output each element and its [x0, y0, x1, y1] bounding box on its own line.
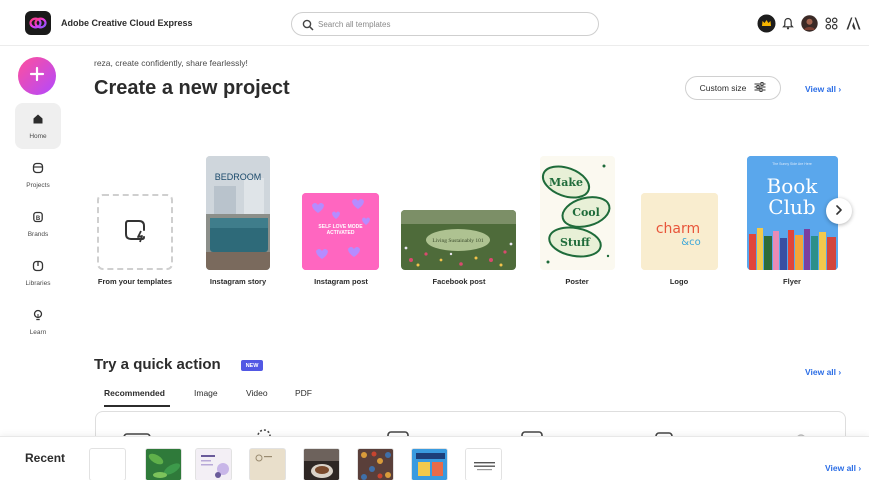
- project-label: Flyer: [783, 277, 801, 286]
- story-thumb-text: BEDROOM: [215, 172, 262, 182]
- poster-word-cool: Cool: [572, 206, 600, 219]
- tab-recommended[interactable]: Recommended: [104, 388, 165, 398]
- flower-field-photo: Living Sustainably 101: [401, 210, 516, 270]
- brands-icon: B: [32, 210, 44, 228]
- project-label: Instagram post: [314, 277, 368, 286]
- chevron-right-icon: [835, 202, 843, 220]
- recent-item-coffee-photo[interactable]: [303, 448, 340, 480]
- recent-item-beige-card[interactable]: [249, 448, 286, 480]
- sidebar-item-label: Home: [29, 133, 47, 140]
- sidebar-item-home[interactable]: Home: [15, 103, 61, 149]
- recent-item-blue-poster[interactable]: [411, 448, 448, 480]
- left-sidebar: Home Projects B Brands Libraries Learn: [0, 46, 76, 436]
- sidebar-item-label: Learn: [29, 329, 47, 336]
- flyer-word-club: Club: [768, 195, 815, 219]
- projects-icon: [32, 161, 44, 179]
- make-cool-stuff-poster: Make Cool Stuff: [540, 156, 615, 270]
- active-tab-indicator: [104, 405, 170, 407]
- logo-word-charm: charm: [656, 221, 700, 237]
- template-sparkle-icon: [120, 215, 150, 250]
- page-title: Create a new project: [94, 77, 290, 99]
- libraries-icon: [32, 259, 44, 277]
- project-label: From your templates: [97, 277, 173, 286]
- avatar[interactable]: [799, 13, 819, 33]
- project-label: Facebook post: [432, 277, 486, 286]
- flyer-card[interactable]: The Sunny Side Are Here Book Club: [747, 156, 838, 270]
- recent-item-mosaic-photo[interactable]: [357, 448, 394, 480]
- poster-word-make: Make: [549, 176, 583, 189]
- sidebar-item-label: Projects: [26, 182, 50, 189]
- svg-text:B: B: [36, 216, 41, 222]
- poster-word-stuff: Stuff: [560, 236, 591, 249]
- instagram-post-card[interactable]: SELF LOVE MODE ACTIVATED: [302, 193, 379, 270]
- tab-pdf[interactable]: PDF: [295, 388, 312, 398]
- doc-thumb: [196, 449, 231, 480]
- sidebar-item-label: Libraries: [25, 280, 51, 287]
- home-icon: [32, 112, 44, 130]
- search-input[interactable]: [318, 17, 588, 32]
- leaves-thumb: [146, 449, 181, 480]
- recent-item-blank[interactable]: [89, 448, 126, 480]
- logo-word-co: &co: [681, 237, 700, 248]
- creative-cloud-logo-icon[interactable]: [25, 11, 51, 35]
- bell-icon[interactable]: [778, 13, 798, 33]
- view-all-projects-link[interactable]: View all ›: [805, 84, 841, 94]
- book-club-flyer: The Sunny Side Are Here Book Club: [747, 156, 838, 270]
- recent-item-green-leaves[interactable]: [145, 448, 182, 480]
- recent-label: Recent: [25, 451, 66, 465]
- recent-item-text-doc[interactable]: [465, 448, 502, 480]
- top-bar: Adobe Creative Cloud Express: [0, 0, 869, 46]
- project-label: Logo: [669, 277, 689, 286]
- charm-co-logo: charm &co: [641, 193, 718, 270]
- tab-video[interactable]: Video: [246, 388, 268, 398]
- lightbulb-icon: [32, 308, 44, 326]
- bedroom-photo: BEDROOM: [206, 156, 270, 270]
- view-all-recent-link[interactable]: View all ›: [825, 463, 861, 473]
- custom-size-button[interactable]: Custom size: [685, 76, 781, 100]
- instagram-story-card[interactable]: BEDROOM: [206, 156, 270, 270]
- new-badge: NEW: [241, 360, 263, 371]
- facebook-post-card[interactable]: Living Sustainably 101: [401, 210, 516, 270]
- logo-card[interactable]: charm &co: [641, 193, 718, 270]
- quick-action-title: Try a quick action: [94, 356, 221, 373]
- flyer-subtext: The Sunny Side Are Here: [772, 162, 812, 166]
- sidebar-item-label: Brands: [27, 231, 49, 238]
- search-icon: [302, 18, 314, 36]
- app-title: Adobe Creative Cloud Express: [61, 18, 193, 28]
- mosaic-thumb: [358, 449, 393, 480]
- plus-icon: [29, 66, 45, 87]
- fb-thumb-text: Living Sustainably 101: [432, 238, 484, 244]
- custom-size-label: Custom size: [699, 83, 747, 93]
- apps-grid-icon[interactable]: [821, 13, 841, 33]
- tab-image[interactable]: Image: [194, 388, 218, 398]
- greeting-text: reza, create confidently, share fearless…: [94, 58, 248, 68]
- sidebar-item-learn[interactable]: Learn: [15, 299, 61, 345]
- recent-item-beige-doc[interactable]: [195, 448, 232, 480]
- poster-card[interactable]: Make Cool Stuff: [540, 156, 615, 270]
- card-thumb: [250, 449, 285, 480]
- crown-icon[interactable]: [756, 13, 776, 33]
- sidebar-item-brands[interactable]: B Brands: [15, 201, 61, 247]
- from-templates-card[interactable]: [97, 194, 173, 270]
- recent-bar: Recent View all ›: [0, 436, 869, 480]
- view-all-quick-actions-link[interactable]: View all ›: [805, 367, 841, 377]
- coffee-thumb: [304, 449, 339, 480]
- sliders-icon: [754, 82, 766, 94]
- project-label: Poster: [565, 277, 589, 286]
- text-doc-thumb: [466, 449, 501, 480]
- project-label: Instagram story: [209, 277, 267, 286]
- blue-poster-thumb: [412, 449, 447, 480]
- search-bar[interactable]: [291, 12, 599, 36]
- post-thumb-text: SELF LOVE MODE ACTIVATED: [318, 224, 363, 236]
- carousel-next-button[interactable]: [826, 198, 852, 224]
- sidebar-item-libraries[interactable]: Libraries: [15, 250, 61, 296]
- adobe-logo-icon[interactable]: [843, 13, 863, 33]
- create-button[interactable]: [18, 57, 56, 95]
- sidebar-item-projects[interactable]: Projects: [15, 152, 61, 198]
- self-love-graphic: SELF LOVE MODE ACTIVATED: [302, 193, 379, 270]
